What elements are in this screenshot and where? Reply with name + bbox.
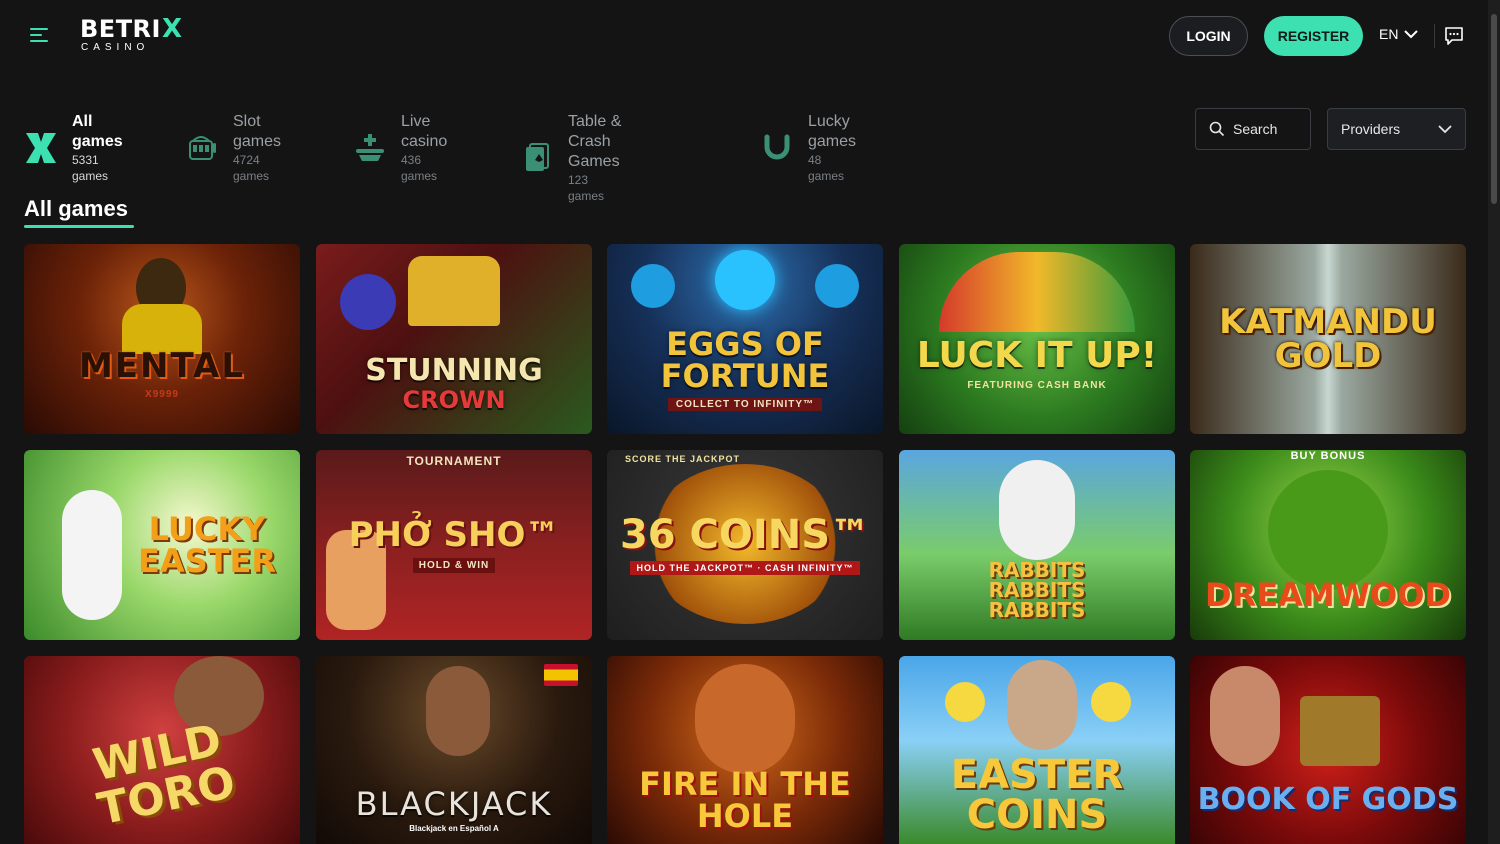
scrollbar-thumb[interactable] xyxy=(1491,14,1497,204)
game-tile-blackjack[interactable]: BLACKJACK Blackjack en Español A xyxy=(316,656,592,844)
game-tile-katmandu-gold[interactable]: KATMANDU GOLD xyxy=(1190,244,1466,434)
game-title: PHỞ SHO™ xyxy=(348,514,560,555)
register-button[interactable]: REGISTER xyxy=(1264,16,1363,56)
horseshoe-icon xyxy=(760,130,794,166)
game-top-label: TOURNAMENT xyxy=(406,454,502,468)
language-selector[interactable]: EN xyxy=(1379,26,1419,42)
providers-dropdown[interactable]: Providers xyxy=(1327,108,1466,150)
live-casino-icon xyxy=(353,130,387,166)
search-input[interactable]: Search xyxy=(1195,108,1311,150)
game-tile-rabbits-rabbits-rabbits[interactable]: RABBITS RABBITS RABBITS xyxy=(899,450,1175,640)
game-subtitle: COLLECT TO INFINITY™ xyxy=(667,397,823,411)
game-subtitle: X9999 xyxy=(145,388,179,400)
language-label: EN xyxy=(1379,26,1399,42)
game-title: 36 COINS™ xyxy=(619,512,871,558)
menu-icon[interactable] xyxy=(30,28,50,44)
game-tile-book-of-gods[interactable]: BOOK OF GODS xyxy=(1190,656,1466,844)
game-tile-lucky-easter[interactable]: LUCKY EASTER xyxy=(24,450,300,640)
game-title: RABBITS RABBITS RABBITS xyxy=(988,558,1086,622)
game-title: LUCK IT UP! xyxy=(916,334,1158,376)
scrollbar[interactable] xyxy=(1488,0,1500,844)
game-top-label: SCORE THE JACKPOT xyxy=(625,454,741,464)
game-subtitle: FEATURING CASH BANK xyxy=(967,379,1107,391)
category-all-games[interactable]: All games 5331 games xyxy=(24,112,125,184)
providers-label: Providers xyxy=(1341,121,1401,137)
game-title: WILD TORO xyxy=(88,714,240,836)
game-subtitle: HOLD THE JACKPOT™ · CASH INFINITY™ xyxy=(630,561,860,575)
login-button[interactable]: LOGIN xyxy=(1169,16,1248,56)
game-tile-luck-it-up[interactable]: LUCK IT UP! FEATURING CASH BANK xyxy=(899,244,1175,434)
header: BETRI X CASINO LOGIN REGISTER EN xyxy=(0,0,1488,72)
game-subtitle: Blackjack en Español A xyxy=(409,823,499,833)
game-tile-stunning-crown[interactable]: STUNNING CROWN xyxy=(316,244,592,434)
game-tile-wild-toro[interactable]: WILD TORO xyxy=(24,656,300,844)
slot-machine-icon xyxy=(185,130,219,166)
category-live-casino[interactable]: Live casino 436 games xyxy=(353,112,449,184)
cards-icon xyxy=(520,140,554,176)
game-tile-eggs-of-fortune[interactable]: EGGS OF FORTUNE COLLECT TO INFINITY™ xyxy=(607,244,883,434)
spain-flag-icon xyxy=(544,664,578,686)
chevron-down-icon xyxy=(1404,29,1419,38)
section-title-underline xyxy=(24,225,134,228)
all-games-icon xyxy=(24,130,58,166)
game-title: BOOK OF GODS xyxy=(1197,782,1459,817)
game-tile-fire-in-the-hole[interactable]: FIRE IN THE HOLE xyxy=(607,656,883,844)
game-title: EGGS OF FORTUNE xyxy=(660,324,830,395)
category-table-crash-games[interactable]: Table & Crash Games 123 games xyxy=(520,112,622,204)
game-title: FIRE IN THE HOLE xyxy=(639,765,851,835)
section-title: All games xyxy=(24,196,128,221)
category-lucky-games[interactable]: Lucky games 48 games xyxy=(760,112,858,184)
game-tile-mental[interactable]: MENTAL X9999 xyxy=(24,244,300,434)
game-subtitle: CROWN xyxy=(402,386,506,414)
game-tile-easter-coins[interactable]: EASTER COINS xyxy=(899,656,1175,844)
category-slot-games[interactable]: Slot games 4724 games xyxy=(185,112,283,184)
game-title: DREAMWOOD xyxy=(1205,576,1451,614)
game-title: LUCKY EASTER xyxy=(138,510,276,580)
game-title: STUNNING xyxy=(365,353,543,388)
search-label: Search xyxy=(1233,121,1278,137)
game-top-label: BUY BONUS xyxy=(1290,450,1366,462)
game-title: KATMANDU GOLD xyxy=(1219,302,1437,376)
game-title: EASTER COINS xyxy=(950,752,1124,838)
game-subtitle: HOLD & WIN xyxy=(412,557,496,573)
game-title: MENTAL xyxy=(78,345,246,386)
chat-icon[interactable] xyxy=(1444,26,1464,46)
logo[interactable]: BETRI X CASINO xyxy=(80,16,183,53)
game-tile-dreamwood[interactable]: BUY BONUS DREAMWOOD xyxy=(1190,450,1466,640)
header-divider xyxy=(1434,24,1435,48)
game-tile-36-coins[interactable]: SCORE THE JACKPOT 36 COINS™ HOLD THE JAC… xyxy=(607,450,883,640)
game-title: BLACKJACK xyxy=(355,784,553,823)
game-tile-pho-sho[interactable]: TOURNAMENT PHỞ SHO™ HOLD & WIN xyxy=(316,450,592,640)
chevron-down-icon xyxy=(1438,124,1452,133)
search-icon xyxy=(1209,121,1225,137)
